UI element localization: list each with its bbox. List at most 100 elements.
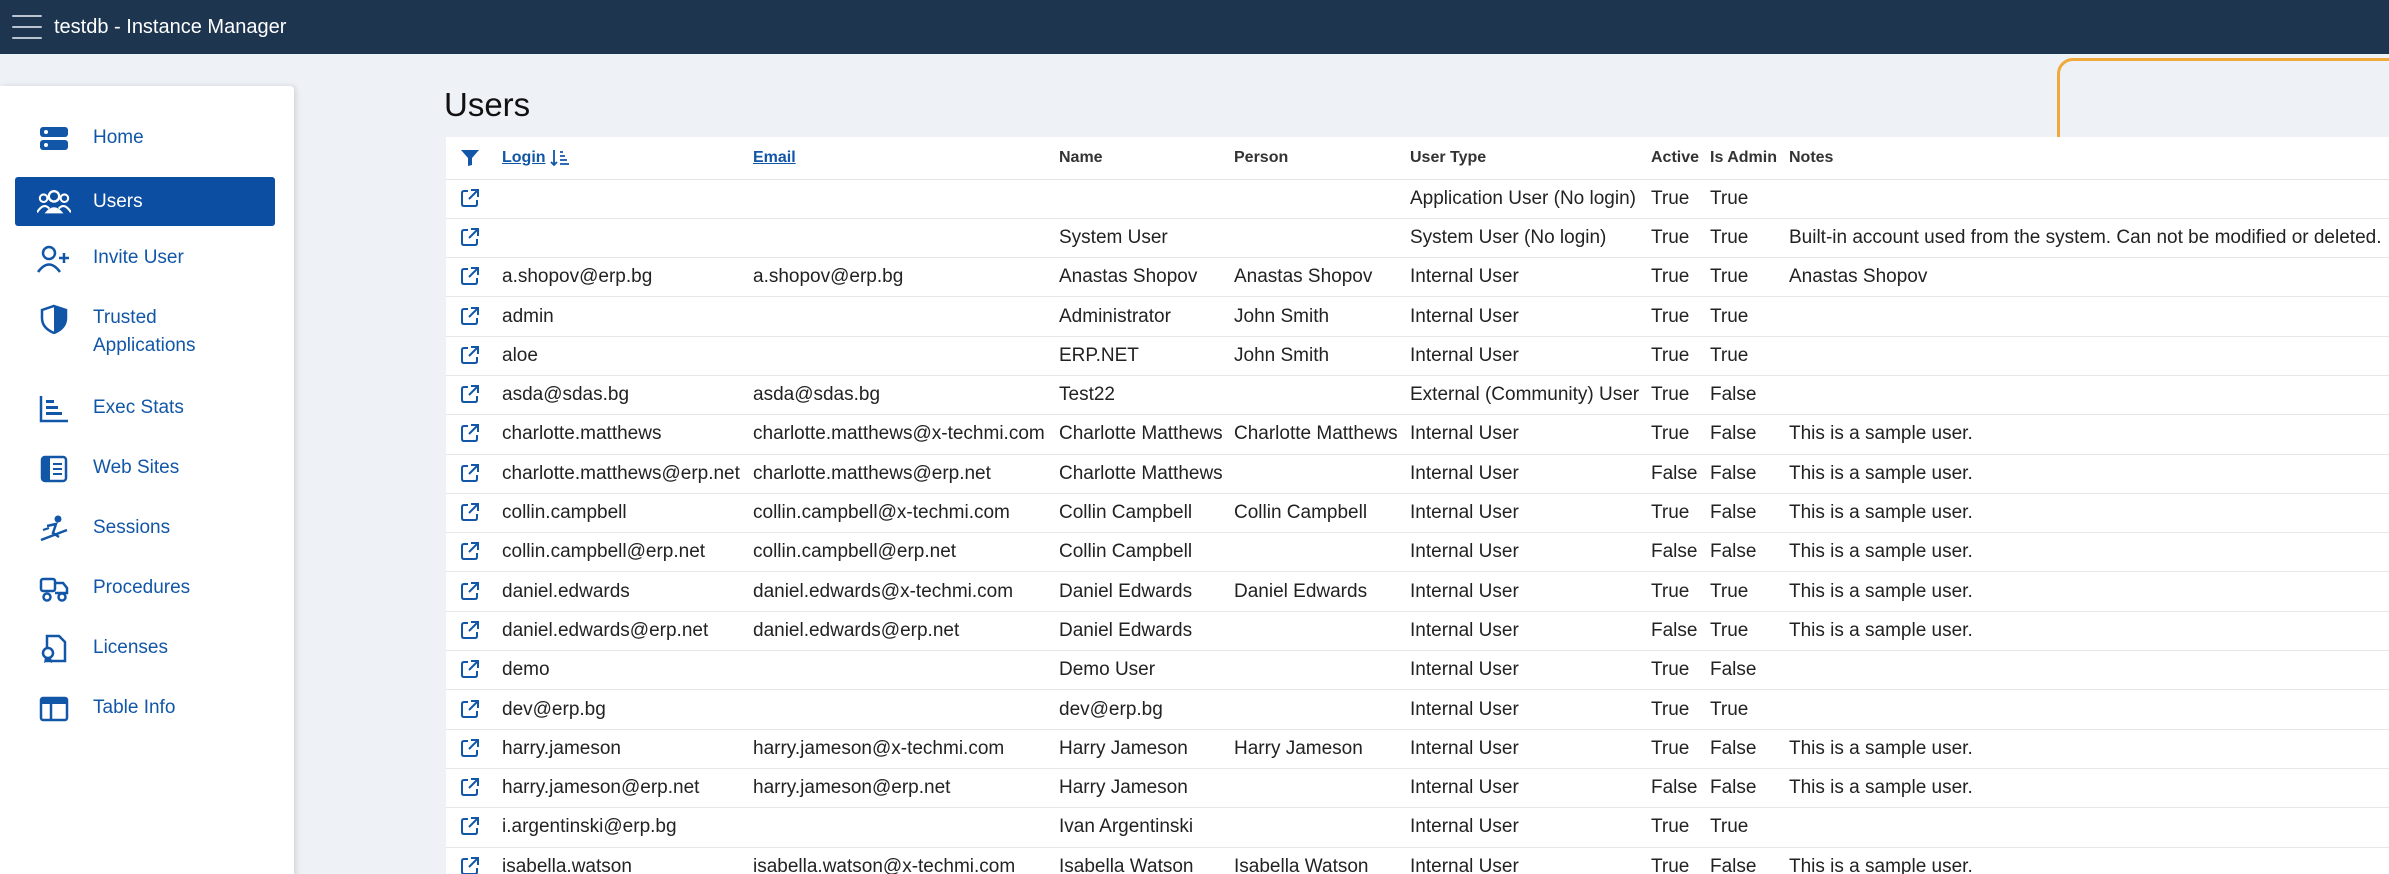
table-row: daniel.edwards@erp.net daniel.edwards@erp… [446, 611, 2389, 652]
open-link-icon[interactable] [460, 306, 482, 328]
name-cell: Administrator [1059, 296, 1234, 337]
notes-cell [1789, 807, 2389, 848]
open-link-icon[interactable] [460, 423, 482, 445]
table-row: a.shopov@erp.bg a.shopov@erp.bg Anastas Sh… [446, 257, 2389, 298]
name-cell: Harry Jameson [1059, 768, 1234, 809]
open-link-icon[interactable] [460, 738, 482, 760]
login-cell: harry.jameson@erp.net [502, 768, 753, 809]
open-link-icon[interactable] [460, 856, 482, 874]
open-link-icon[interactable] [460, 541, 482, 563]
notes-cell [1789, 650, 2389, 691]
table-row: i.argentinski@erp.bg Ivan Argentinski Inte… [446, 807, 2389, 848]
person-cell: John Smith [1234, 296, 1410, 337]
active-cell: True [1651, 414, 1710, 455]
open-link-icon[interactable] [460, 777, 482, 799]
sidebar-item-procedures[interactable]: Procedures [15, 574, 275, 604]
active-cell: True [1651, 336, 1710, 376]
sessions-icon [37, 514, 71, 544]
sidebar-item-users[interactable]: Users [15, 177, 275, 226]
open-link-icon[interactable] [460, 620, 482, 642]
notes-cell: This is a sample user. [1789, 847, 2389, 874]
login-cell: i.argentinski@erp.bg [502, 807, 753, 848]
sidebar-item-exec-stats[interactable]: Exec Stats [15, 394, 275, 424]
login-cell: asda@sdas.bg [502, 375, 753, 416]
name-cell: Test22 [1059, 375, 1234, 416]
active-cell: True [1651, 689, 1710, 730]
table-row: Application User (No login) True True [446, 179, 2389, 219]
notes-cell: This is a sample user. [1789, 729, 2389, 769]
is-admin-cell: False [1710, 729, 1789, 769]
sidebar-item-label: Web Sites [93, 457, 180, 478]
active-cell: True [1651, 571, 1710, 612]
login-cell: demo [502, 650, 753, 691]
sidebar-item-licenses[interactable]: Licenses [15, 634, 275, 664]
email-cell [753, 179, 1059, 219]
is-admin-cell: True [1710, 218, 1789, 259]
notes-cell [1789, 179, 2389, 219]
open-link-icon[interactable] [460, 463, 482, 485]
person-cell [1234, 179, 1410, 219]
table-row: admin Administrator John Smith Internal Use… [446, 296, 2389, 337]
login-cell: collin.campbell [502, 493, 753, 534]
active-cell: True [1651, 847, 1710, 874]
procedures-icon [37, 574, 71, 604]
notes-cell: This is a sample user. [1789, 493, 2389, 534]
app-title: testdb - Instance Manager [54, 15, 287, 38]
open-link-icon[interactable] [460, 384, 482, 406]
open-link-icon[interactable] [460, 502, 482, 524]
table-header-row: Login Email Name Person User Type Active… [446, 137, 2389, 180]
open-link-icon[interactable] [460, 227, 482, 249]
table-info-icon [37, 694, 71, 724]
person-cell [1234, 650, 1410, 691]
sidebar-item-web-sites[interactable]: Web Sites [15, 454, 275, 484]
sidebar-item-label: Exec Stats [93, 397, 184, 418]
login-column-header[interactable]: Login [502, 149, 546, 166]
sidebar-item-table-info[interactable]: Table Info [15, 694, 275, 724]
sidebar-item-trusted-applications[interactable]: Trusted Applications [15, 304, 275, 360]
active-cell: False [1651, 454, 1710, 494]
sidebar-item-sessions[interactable]: Sessions [15, 514, 275, 544]
hamburger-menu-icon[interactable] [12, 15, 42, 39]
web-sites-icon [37, 454, 71, 484]
sort-ascending-icon[interactable] [550, 149, 570, 166]
page-title: Users [444, 86, 531, 123]
sidebar-item-home[interactable]: Home [15, 124, 275, 154]
open-link-icon[interactable] [460, 188, 482, 210]
table-row: System User System User (No login) True Tru… [446, 218, 2389, 259]
is-admin-cell: True [1710, 296, 1789, 337]
email-cell: harry.jameson@erp.net [753, 768, 1059, 809]
active-column-header: Active [1651, 137, 1710, 180]
email-cell: asda@sdas.bg [753, 375, 1059, 416]
open-link-icon[interactable] [460, 581, 482, 603]
notes-cell: This is a sample user. [1789, 532, 2389, 573]
person-column-header: Person [1234, 137, 1410, 180]
sidebar-item-label: Table Info [93, 697, 176, 718]
open-link-icon[interactable] [460, 699, 482, 721]
name-cell: Ivan Argentinski [1059, 807, 1234, 848]
person-cell: Harry Jameson [1234, 729, 1410, 769]
open-link-icon[interactable] [460, 266, 482, 288]
person-cell: Isabella Watson [1234, 847, 1410, 874]
notes-cell [1789, 336, 2389, 376]
person-cell [1234, 532, 1410, 573]
is-admin-cell: True [1710, 611, 1789, 652]
open-link-icon[interactable] [460, 345, 482, 367]
is-admin-cell: False [1710, 847, 1789, 874]
login-cell: daniel.edwards [502, 571, 753, 612]
open-link-icon[interactable] [460, 816, 482, 838]
filter-icon[interactable] [460, 149, 480, 166]
sidebar-item-invite-user[interactable]: Invite User [15, 244, 275, 274]
is-admin-cell: True [1710, 689, 1789, 730]
email-cell [753, 650, 1059, 691]
table-row: dev@erp.bg dev@erp.bg Internal User True Tru… [446, 689, 2389, 730]
notes-cell: This is a sample user. [1789, 611, 2389, 652]
notes-cell: This is a sample user. [1789, 571, 2389, 612]
email-column-header[interactable]: Email [753, 149, 796, 166]
table-row: aloe ERP.NET John Smith Internal User True Tr… [446, 336, 2389, 376]
email-cell: collin.campbell@erp.net [753, 532, 1059, 573]
is-admin-column-header: Is Admin [1710, 137, 1789, 180]
open-link-icon[interactable] [460, 659, 482, 681]
user-type-cell: External (Community) User [1410, 375, 1651, 416]
user-type-cell: Internal User [1410, 336, 1651, 376]
person-cell [1234, 768, 1410, 809]
